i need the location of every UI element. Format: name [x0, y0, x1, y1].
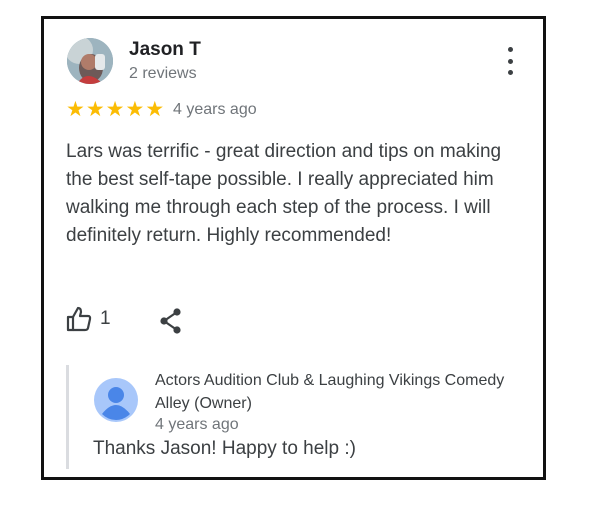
share-button[interactable] [157, 307, 185, 335]
reply-date: 4 years ago [155, 416, 239, 433]
owner-name: Actors Audition Club & Laughing Vikings … [155, 372, 505, 412]
star-icon: ★ [66, 97, 85, 121]
review-date: 4 years ago [173, 101, 257, 118]
review-card: Jason T 2 reviews ★ ★ ★ ★ ★ 4 years ago … [41, 16, 546, 480]
reply-text: Thanks Jason! Happy to help :) [93, 438, 356, 459]
review-text: Lars was terrific - great direction and … [66, 141, 502, 246]
author-avatar[interactable] [67, 38, 113, 84]
star-icon: ★ [125, 97, 145, 121]
star-rating: ★ ★ ★ ★ ★ [66, 97, 165, 121]
star-icon: ★ [145, 97, 165, 121]
person-avatar-icon [94, 378, 138, 422]
like-count: 1 [100, 308, 111, 329]
owner-avatar [94, 378, 138, 422]
share-icon [160, 308, 181, 334]
author-name[interactable]: Jason T [129, 39, 201, 61]
thumb-up-icon [66, 306, 92, 332]
more-options-icon[interactable] [500, 47, 520, 75]
owner-reply: Actors Audition Club & Laughing Vikings … [66, 365, 529, 469]
star-icon: ★ [105, 97, 125, 121]
author-review-count: 2 reviews [129, 65, 197, 82]
like-button[interactable]: 1 [66, 306, 111, 332]
star-icon: ★ [85, 97, 105, 121]
